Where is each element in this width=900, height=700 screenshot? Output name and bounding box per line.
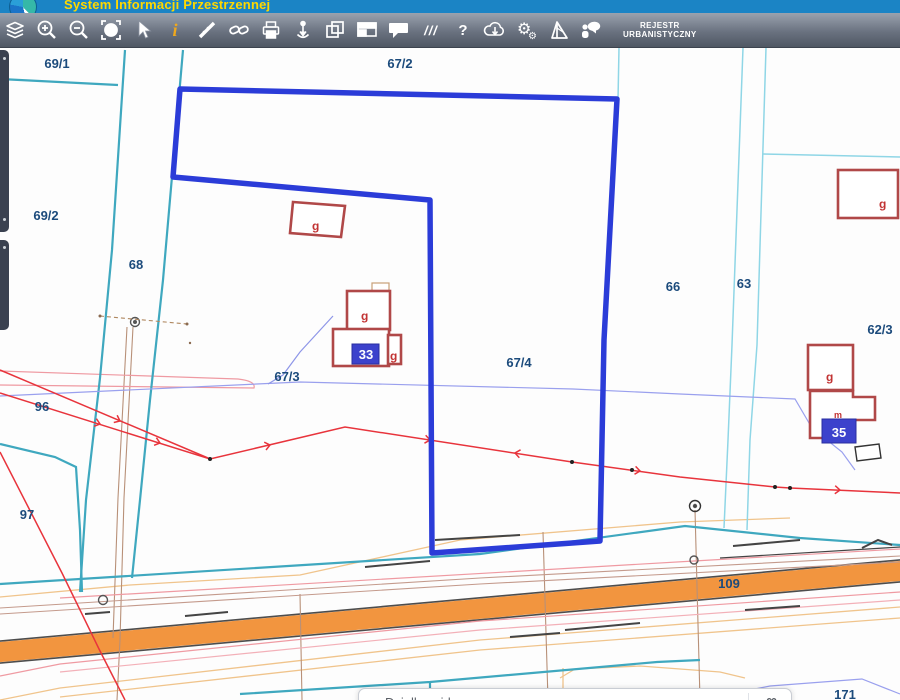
pointer-arrow-icon: [132, 19, 154, 41]
feedback-button[interactable]: [577, 15, 605, 45]
parcel-label-62-3: 62/3: [867, 322, 892, 337]
comment-button[interactable]: [385, 15, 413, 45]
speech-bubble-icon: [387, 19, 411, 41]
parcel-label-68: 68: [129, 257, 143, 272]
overlapping-frames-icon: [323, 18, 347, 42]
address-number-33: 33: [359, 347, 373, 362]
link-button[interactable]: [225, 15, 253, 45]
layout-button[interactable]: [353, 15, 381, 45]
parcel-label-69-2: 69/2: [33, 208, 58, 223]
road-label-109: 109: [718, 576, 740, 591]
building-outline: [347, 291, 390, 330]
app-window: System Informacji Przestrzennej: [0, 0, 900, 700]
hatch-lines-icon: ///: [424, 24, 438, 37]
parcel-label-63: 63: [737, 276, 751, 291]
infinity-icon[interactable]: ∞: [766, 692, 777, 700]
zoom-out-icon: [67, 18, 91, 42]
layers-button[interactable]: [1, 15, 29, 45]
title-bar: System Informacji Przestrzennej: [0, 0, 900, 13]
layout-panels-icon: [355, 18, 379, 42]
handle-dot-icon: [3, 218, 6, 221]
building-label-g: g: [361, 309, 368, 323]
left-panel-handle-top[interactable]: [0, 50, 9, 232]
app-logo-icon[interactable]: [9, 0, 37, 13]
zoom-in-icon: [35, 18, 59, 42]
measure-ruler-icon: [196, 19, 218, 41]
parcel-label-97: 97: [20, 507, 34, 522]
cloud-download-icon: [482, 19, 508, 41]
parcel-label-171: 171: [834, 687, 856, 700]
parcel-label-67-3: 67/3: [274, 369, 299, 384]
pin-down-arrow-icon: [293, 19, 313, 41]
hatch-button[interactable]: ///: [417, 15, 445, 45]
parcel-label-69-1: 69/1: [44, 56, 69, 71]
svg-text:⚙: ⚙: [528, 31, 537, 42]
left-panel-handle-bottom[interactable]: [0, 240, 9, 330]
parcel-label-66: 66: [666, 279, 680, 294]
person-speech-icon: [578, 19, 604, 41]
info-icon: i: [172, 21, 177, 39]
building-label-g: g: [390, 349, 397, 363]
building-label-g: g: [826, 370, 833, 384]
address-number-35: 35: [832, 425, 846, 440]
select-area-icon: [99, 18, 123, 42]
app-title: System Informacji Przestrzennej: [64, 0, 270, 12]
popup-divider: [748, 693, 749, 700]
measure-button[interactable]: [193, 15, 221, 45]
parcel-label-67-2: 67/2: [387, 56, 412, 71]
info-button[interactable]: i: [161, 15, 189, 45]
map-canvas[interactable]: 33 35 m g g g g g 69/1 67/2 69/2 68 96 9…: [0, 48, 900, 700]
urban-register-button[interactable]: REJESTR URBANISTYCZNY: [617, 19, 703, 41]
pointer-button[interactable]: [129, 15, 157, 45]
parcel-label-67-4: 67/4: [506, 355, 532, 370]
print-button[interactable]: [257, 15, 285, 45]
shed-outline: [855, 444, 881, 461]
handle-dot-icon: [3, 246, 6, 249]
settings-button[interactable]: ⚙ ⚙: [513, 15, 541, 45]
handle-dot-icon: [3, 57, 6, 60]
building-outline: [838, 170, 898, 218]
building-label-g: g: [879, 197, 886, 211]
urban-register-label-line1: REJESTR: [623, 21, 697, 30]
zoom-out-button[interactable]: [65, 15, 93, 45]
download-point-button[interactable]: [289, 15, 317, 45]
printer-icon: [260, 19, 282, 41]
gears-icon: ⚙ ⚙: [514, 18, 540, 42]
parcel-info-text: Działka widoczna...: [385, 695, 496, 700]
map-viewport[interactable]: 33 35 m g g g g g 69/1 67/2 69/2 68 96 9…: [0, 48, 900, 700]
cloud-download-button[interactable]: [481, 15, 509, 45]
building-label-m: m: [834, 410, 842, 420]
select-area-button[interactable]: [97, 15, 125, 45]
parcel-label-96: 96: [35, 399, 49, 414]
layers-icon: [4, 19, 26, 41]
copy-view-button[interactable]: [321, 15, 349, 45]
building-label-g: g: [312, 219, 319, 233]
zoom-in-button[interactable]: [33, 15, 61, 45]
link-chain-icon: [227, 18, 251, 42]
question-mark-icon: ?: [458, 23, 467, 38]
prism-icon: [547, 19, 571, 41]
layers-3d-button[interactable]: [545, 15, 573, 45]
help-button[interactable]: ?: [449, 15, 477, 45]
urban-register-label-line2: URBANISTYCZNY: [623, 30, 697, 39]
toolbar: i: [0, 13, 900, 48]
parcel-info-popup[interactable]: Działka widoczna... ∞: [358, 688, 792, 700]
